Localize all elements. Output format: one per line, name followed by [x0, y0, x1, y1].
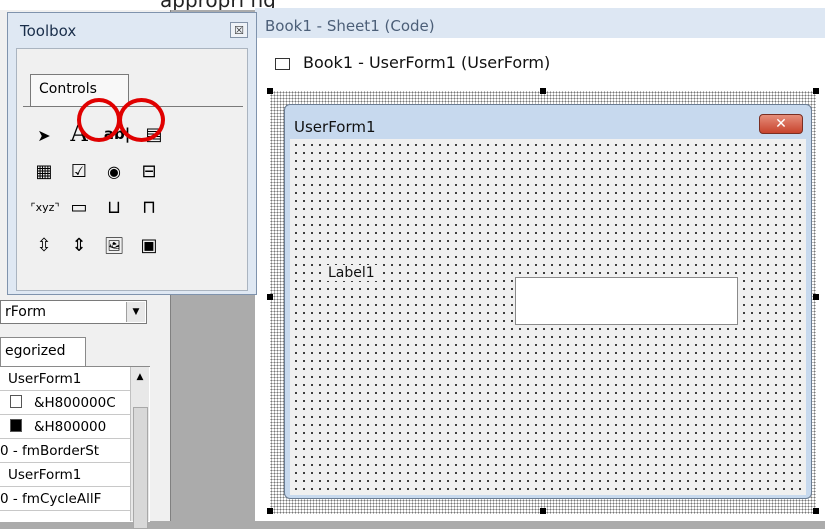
togglebutton-tool-icon[interactable]: ⊟: [135, 157, 163, 185]
resize-handle[interactable]: [267, 508, 273, 514]
property-row[interactable]: UserForm1: [0, 463, 130, 487]
toolbox-palette[interactable]: Toolbox ☒ Controls ➤ A ab| ▤ ▦ ☑ ◉ ⊟ ⌜xy…: [7, 12, 257, 295]
close-icon[interactable]: ☒: [230, 22, 248, 38]
listbox-tool-icon[interactable]: ▦: [30, 157, 58, 185]
resize-handle[interactable]: [540, 508, 546, 514]
image-tool-icon[interactable]: 🖼: [100, 231, 128, 259]
property-value: 0 - fmBorderSt: [0, 443, 100, 459]
property-value: &H800000: [34, 419, 107, 435]
spinbutton-tool-icon[interactable]: ⇕: [65, 231, 93, 259]
tab-categorized-label: egorized: [5, 343, 66, 359]
resize-handle[interactable]: [540, 88, 546, 94]
scrollbar-tool-icon[interactable]: ⇳: [30, 231, 58, 259]
optionbutton-tool-icon[interactable]: ◉: [100, 157, 128, 185]
resize-handle[interactable]: [267, 88, 273, 94]
property-value: UserForm1: [8, 467, 82, 483]
checkbox-tool-icon[interactable]: ☑: [65, 157, 93, 185]
userform-window-icon: [275, 58, 290, 70]
property-list: UserForm1 &H800000C &H800000 0 - fmBorde…: [0, 366, 150, 522]
code-window-title: Book1 - Sheet1 (Code): [265, 17, 435, 35]
resize-handle[interactable]: [813, 294, 819, 300]
resize-handle[interactable]: [813, 508, 819, 514]
property-row[interactable]: &H800000C: [0, 391, 130, 415]
toolbox-title: Toolbox: [20, 22, 77, 40]
close-icon[interactable]: ✕: [759, 114, 803, 134]
color-swatch-icon: [10, 419, 22, 432]
object-combo[interactable]: rForm ▼: [0, 300, 147, 324]
code-window-title-bar[interactable]: Book1 - Sheet1 (Code): [255, 8, 825, 39]
property-row[interactable]: 0 - fmBorderSt: [0, 439, 130, 463]
property-row[interactable]: UserForm1: [0, 367, 130, 391]
tab-controls[interactable]: Controls: [30, 74, 129, 106]
property-scrollbar[interactable]: ▲: [130, 367, 149, 529]
resize-handle[interactable]: [267, 294, 273, 300]
label-control[interactable]: Label1: [326, 265, 377, 281]
chevron-down-icon[interactable]: ▼: [126, 302, 145, 322]
resize-handle[interactable]: [813, 88, 819, 94]
scroll-thumb[interactable]: [133, 407, 148, 529]
property-row[interactable]: 0 - fmCycleAllF: [0, 487, 130, 511]
frame-tool-icon[interactable]: ⌜xyz⌝: [28, 193, 62, 221]
label-tool-highlight: [77, 98, 121, 142]
property-value: &H800000C: [34, 395, 116, 411]
designer-window-title: Book1 - UserForm1 (UserForm): [303, 53, 551, 72]
tab-controls-label: Controls: [39, 81, 97, 97]
property-value: 0 - fmCycleAllF: [0, 491, 102, 507]
tabstrip-tool-icon[interactable]: ⊔: [100, 193, 128, 221]
tab-categorized[interactable]: egorized: [0, 337, 86, 366]
property-value: UserForm1: [8, 371, 82, 387]
refedit-tool-icon[interactable]: ▣: [135, 231, 163, 259]
multipage-tool-icon[interactable]: ⊓: [135, 193, 163, 221]
textbox-tool-highlight: [118, 98, 165, 142]
userform-caption: UserForm1: [294, 118, 376, 136]
textbox-control[interactable]: [515, 277, 738, 325]
scroll-up-icon[interactable]: ▲: [131, 367, 149, 387]
object-combo-value: rForm: [5, 304, 47, 320]
property-row[interactable]: &H800000: [0, 415, 130, 439]
color-swatch-icon: [10, 395, 22, 408]
select-objects-icon[interactable]: ➤: [30, 121, 58, 149]
commandbutton-tool-icon[interactable]: ▭: [65, 193, 93, 221]
